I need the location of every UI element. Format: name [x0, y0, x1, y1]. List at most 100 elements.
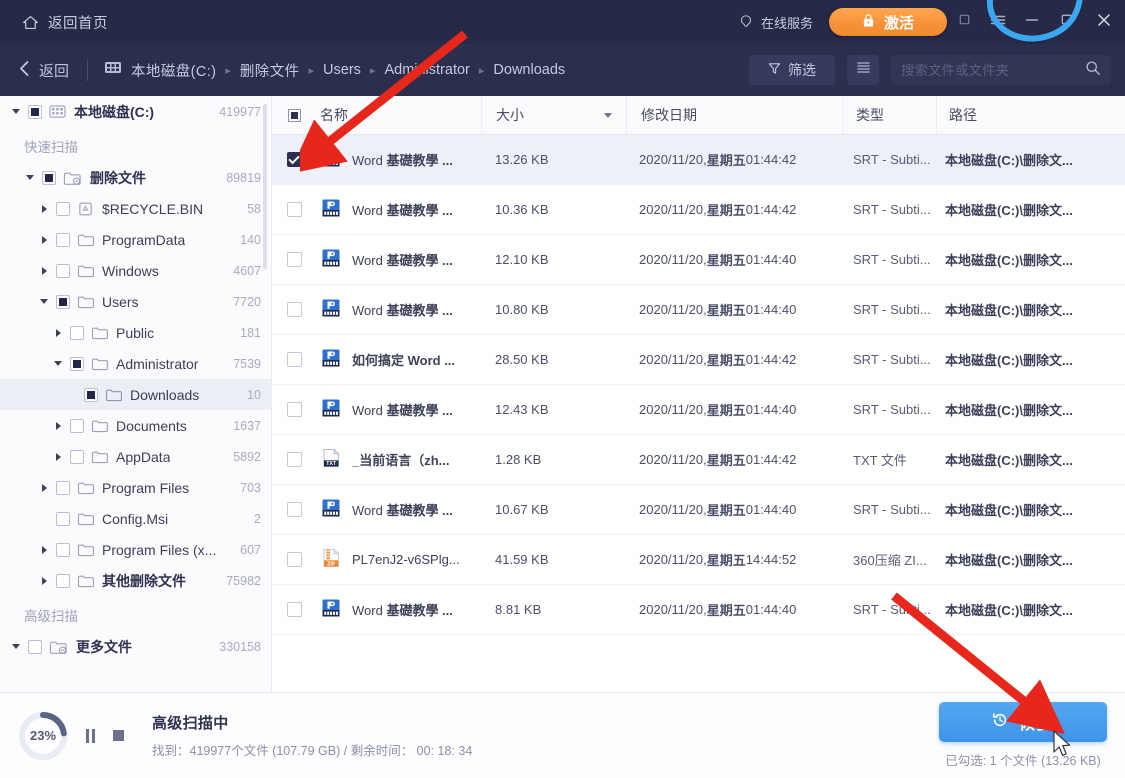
chevron-down-icon[interactable] — [8, 644, 24, 649]
chevron-right-icon[interactable] — [36, 235, 52, 244]
tree-checkbox[interactable] — [70, 449, 84, 464]
tree-item-public[interactable]: Public 181 — [0, 317, 271, 348]
tree-item-config-msi[interactable]: Config.Msi 2 — [0, 503, 271, 534]
tree-item-windows[interactable]: Windows 4607 — [0, 255, 271, 286]
row-checkbox-cell[interactable] — [272, 285, 316, 334]
tree-checkbox[interactable] — [56, 511, 70, 526]
select-all-checkbox[interactable] — [287, 108, 301, 122]
chevron-down-icon[interactable] — [22, 175, 38, 180]
chevron-right-icon[interactable] — [50, 328, 66, 337]
chevron-right-icon[interactable] — [36, 545, 52, 554]
sidebar-scrollbar[interactable] — [263, 104, 267, 269]
window-menu-button[interactable] — [981, 0, 1015, 44]
breadcrumb-item-0[interactable]: 本地磁盘(C:) — [131, 60, 216, 81]
table-row[interactable]: Word 基礎教學 ... 10.36 KB 2020/11/20, 星期五 01:… — [272, 185, 1125, 235]
row-checkbox-cell[interactable] — [272, 185, 316, 234]
breadcrumb-item-4[interactable]: Downloads — [493, 62, 565, 78]
tree-item-more-files[interactable]: 更多文件 330158 — [0, 631, 271, 662]
row-checkbox-cell[interactable] — [272, 135, 316, 184]
row-checkbox-cell[interactable] — [272, 435, 316, 484]
tree-checkbox[interactable] — [70, 325, 84, 340]
table-row[interactable]: Word 基礎教學 ... 10.67 KB 2020/11/20, 星期五 01:… — [272, 485, 1125, 535]
table-row[interactable]: Word 基礎教學 ... 12.43 KB 2020/11/20, 星期五 01:… — [272, 385, 1125, 435]
table-row[interactable]: Word 基礎教學 ... 8.81 KB 2020/11/20, 星期五 01:4… — [272, 585, 1125, 635]
column-header-path[interactable]: 路径 — [937, 96, 1125, 134]
chevron-right-icon[interactable] — [36, 483, 52, 492]
tree-item-deleted-files[interactable]: 删除文件 89819 — [0, 162, 271, 193]
chevron-right-icon[interactable] — [50, 421, 66, 430]
tree-checkbox[interactable] — [70, 356, 84, 371]
tree-checkbox[interactable] — [56, 263, 70, 278]
folder-tree-sidebar[interactable]: 本地磁盘(C:) 419977 快速扫描 删除文件 89819 $RECYCLE… — [0, 96, 271, 692]
tree-item-local-disk[interactable]: 本地磁盘(C:) 419977 — [0, 96, 271, 127]
window-restore-button[interactable] — [947, 0, 981, 44]
window-maximize-button[interactable] — [1049, 0, 1083, 44]
chevron-right-icon[interactable] — [36, 576, 52, 585]
row-checkbox[interactable] — [286, 502, 302, 517]
recover-button[interactable]: 恢复 — [939, 702, 1107, 742]
table-row[interactable]: Word 基礎教學 ... 10.80 KB 2020/11/20, 星期五 01:… — [272, 285, 1125, 335]
table-row[interactable]: 如何搞定 Word ... 28.50 KB 2020/11/20, 星期五 01:… — [272, 335, 1125, 385]
tree-item-program-files-x86[interactable]: Program Files (x... 607 — [0, 534, 271, 565]
tree-checkbox[interactable] — [56, 480, 70, 495]
chevron-down-icon[interactable] — [36, 299, 52, 304]
chevron-down-icon[interactable] — [8, 109, 24, 114]
window-minimize-button[interactable] — [1015, 0, 1049, 44]
chevron-right-icon[interactable] — [50, 452, 66, 461]
chevron-right-icon[interactable] — [36, 204, 52, 213]
row-checkbox-cell[interactable] — [272, 235, 316, 284]
row-checkbox[interactable] — [286, 152, 302, 167]
select-all-checkbox-cell[interactable] — [272, 96, 316, 134]
table-row[interactable]: Word 基礎教學 ... 12.10 KB 2020/11/20, 星期五 01:… — [272, 235, 1125, 285]
chevron-right-icon[interactable] — [36, 266, 52, 275]
activate-button[interactable]: 激活 — [829, 8, 947, 36]
pause-icon[interactable] — [86, 728, 95, 743]
row-checkbox[interactable] — [286, 202, 302, 217]
row-checkbox[interactable] — [286, 252, 302, 267]
chevron-down-icon[interactable] — [604, 112, 612, 118]
row-checkbox-cell[interactable] — [272, 385, 316, 434]
row-checkbox[interactable] — [286, 602, 302, 617]
row-checkbox[interactable] — [286, 402, 302, 417]
column-header-date[interactable]: 修改日期 — [627, 96, 843, 134]
tree-item-downloads[interactable]: Downloads 10 — [0, 379, 271, 410]
column-header-name[interactable]: 名称 — [316, 96, 481, 134]
row-checkbox-cell[interactable] — [272, 535, 316, 584]
tree-item-programdata[interactable]: ProgramData 140 — [0, 224, 271, 255]
column-header-size[interactable]: 大小 — [482, 96, 626, 134]
tree-checkbox[interactable] — [70, 418, 84, 433]
tree-checkbox[interactable] — [56, 232, 70, 247]
table-row[interactable]: TXT _当前语言（zh... 1.28 KB 2020/11/20, 星期五 01:… — [272, 435, 1125, 485]
tree-item-documents[interactable]: Documents 1637 — [0, 410, 271, 441]
chevron-down-icon[interactable] — [50, 361, 66, 366]
search-icon[interactable] — [1085, 60, 1101, 81]
column-header-type[interactable]: 类型 — [844, 96, 936, 134]
row-checkbox-cell[interactable] — [272, 585, 316, 634]
row-checkbox[interactable] — [286, 302, 302, 317]
list-view-button[interactable] — [847, 55, 879, 85]
search-box[interactable] — [891, 55, 1111, 85]
tree-checkbox[interactable] — [28, 639, 42, 654]
tree-checkbox[interactable] — [28, 104, 42, 119]
back-button[interactable]: 返回 — [18, 60, 69, 81]
breadcrumb-item-1[interactable]: 删除文件 — [240, 60, 300, 81]
stop-icon[interactable] — [113, 730, 124, 741]
row-checkbox-cell[interactable] — [272, 485, 316, 534]
tree-item-users[interactable]: Users 7720 — [0, 286, 271, 317]
filter-button[interactable]: 筛选 — [749, 55, 835, 85]
tree-checkbox[interactable] — [56, 542, 70, 557]
tree-item-appdata[interactable]: AppData 5892 — [0, 441, 271, 472]
tree-checkbox[interactable] — [42, 170, 56, 185]
tree-checkbox[interactable] — [56, 573, 70, 588]
tree-item-recycle-bin[interactable]: $RECYCLE.BIN 58 — [0, 193, 271, 224]
tree-checkbox[interactable] — [84, 387, 98, 402]
tree-item-administrator[interactable]: Administrator 7539 — [0, 348, 271, 379]
row-checkbox[interactable] — [286, 552, 302, 567]
search-input[interactable] — [901, 62, 1085, 78]
tree-item-other-deleted-files[interactable]: 其他删除文件 75982 — [0, 565, 271, 596]
breadcrumb-item-2[interactable]: Users — [323, 62, 361, 78]
table-row[interactable]: ZIP PL7enJ2-v6SPlg... 41.59 KB 2020/11/20, … — [272, 535, 1125, 585]
row-checkbox[interactable] — [286, 452, 302, 467]
row-checkbox-cell[interactable] — [272, 335, 316, 384]
tree-item-program-files[interactable]: Program Files 703 — [0, 472, 271, 503]
